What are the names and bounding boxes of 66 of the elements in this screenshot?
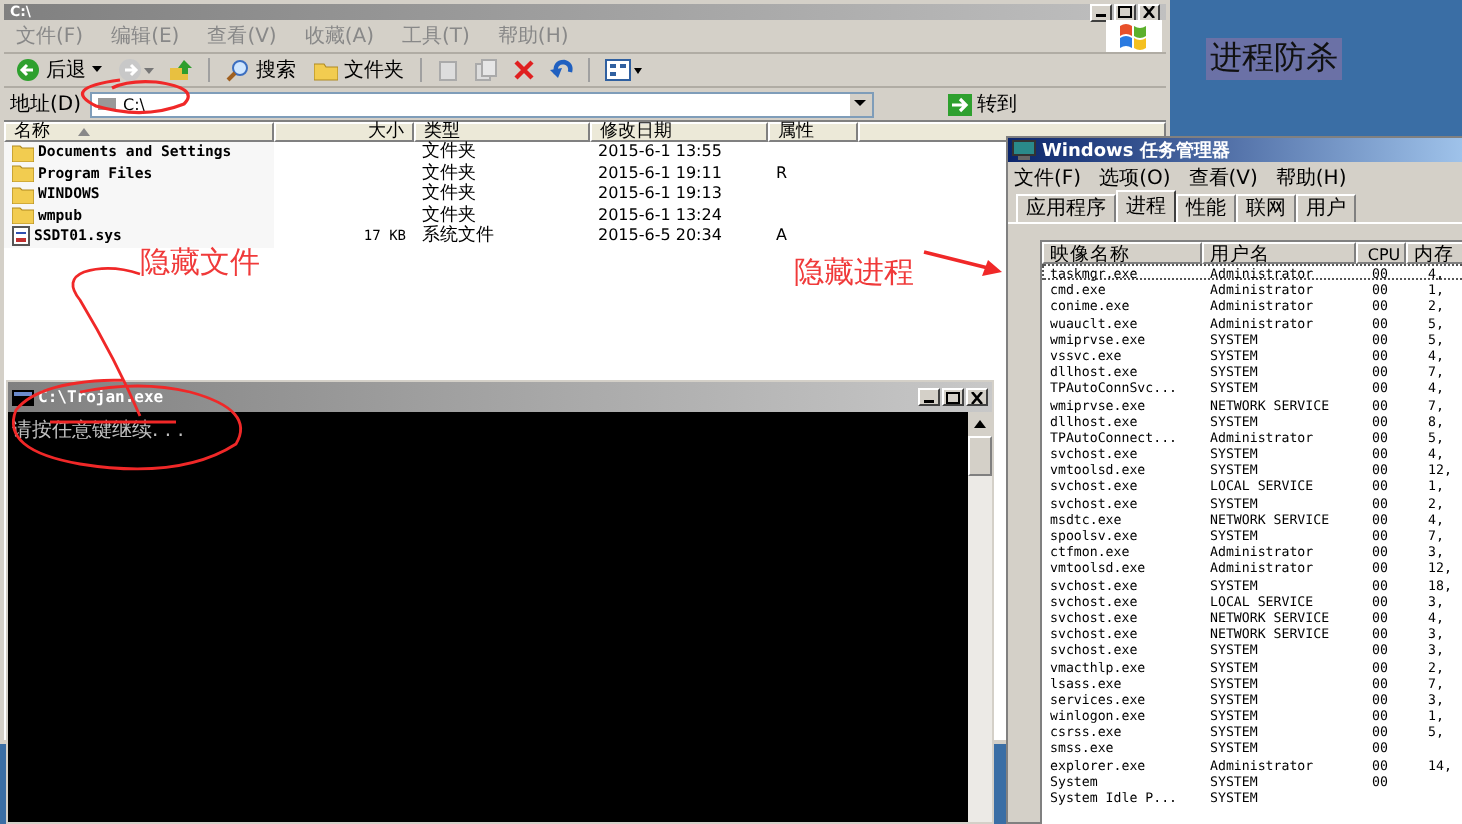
file-attribute: A xyxy=(776,226,787,244)
column-header[interactable]: 映像名称 xyxy=(1042,242,1202,264)
address-field[interactable]: C:\ xyxy=(89,91,874,117)
menu-item[interactable]: 文件(F) xyxy=(1014,163,1082,191)
search-button[interactable]: 搜索 xyxy=(220,56,302,84)
desktop-label: 进程防杀 xyxy=(1206,38,1342,80)
column-header[interactable]: 名称 xyxy=(4,122,274,142)
caret-icon xyxy=(92,66,102,74)
column-header[interactable]: 大小 xyxy=(274,122,414,142)
menu-item[interactable]: 帮助(H) xyxy=(1275,163,1347,191)
scrollbar[interactable] xyxy=(968,412,992,822)
scroll-up-icon[interactable] xyxy=(968,412,992,436)
modified-date: 2015-6-1 13:55 xyxy=(598,142,722,160)
file-type: 文件夹 xyxy=(422,163,476,183)
modified-date: 2015-6-1 13:24 xyxy=(598,205,722,223)
forward-button[interactable] xyxy=(114,58,158,82)
caret-icon xyxy=(854,100,867,108)
file-type: 文件夹 xyxy=(422,205,476,225)
close-button[interactable] xyxy=(1138,3,1160,21)
file-type: 系统文件 xyxy=(422,226,494,246)
column-header[interactable]: CPU xyxy=(1356,242,1406,264)
maximize-button[interactable] xyxy=(942,388,964,406)
file-type: 文件夹 xyxy=(422,184,476,204)
minimize-button[interactable] xyxy=(918,388,940,406)
address-label: 地址(D) xyxy=(10,91,82,118)
back-arrow-icon xyxy=(16,58,40,82)
menu-item[interactable]: 查看(V) xyxy=(1188,163,1258,191)
folders-button[interactable]: 文件夹 xyxy=(308,56,410,84)
go-arrow-icon xyxy=(947,93,972,115)
column-header[interactable]: 修改日期 xyxy=(590,122,768,142)
minimize-button[interactable] xyxy=(1090,3,1112,21)
monitor-icon xyxy=(1012,140,1036,160)
close-icon xyxy=(1142,6,1156,18)
undo-icon[interactable] xyxy=(546,58,578,82)
modified-date: 2015-6-1 19:13 xyxy=(598,184,722,202)
close-icon xyxy=(970,391,984,403)
column-header[interactable]: 类型 xyxy=(414,122,590,142)
window-title: Windows 任务管理器 xyxy=(1042,139,1230,163)
column-header[interactable]: 用户名 xyxy=(1202,242,1356,264)
annotation-text: 隐藏进程 xyxy=(794,254,914,292)
sort-ascending-icon xyxy=(78,128,90,136)
close-button[interactable] xyxy=(966,388,988,406)
delete-icon[interactable] xyxy=(508,58,540,82)
tab[interactable]: 性能 xyxy=(1176,194,1236,222)
modified-date: 2015-6-5 20:34 xyxy=(598,226,722,244)
file-type: 文件夹 xyxy=(422,142,476,162)
back-button[interactable]: 后退 xyxy=(10,56,108,84)
search-icon xyxy=(226,58,250,82)
annotation-arrow xyxy=(923,250,1002,276)
tab[interactable]: 联网 xyxy=(1236,194,1296,222)
maximize-button[interactable] xyxy=(1114,3,1136,21)
file-attribute: R xyxy=(776,163,788,181)
maximize-icon xyxy=(1118,6,1132,18)
modified-date: 2015-6-1 19:11 xyxy=(598,163,722,181)
column-header[interactable]: 属性 xyxy=(768,122,858,142)
maximize-icon xyxy=(946,391,960,403)
annotation-text: 隐藏文件 xyxy=(140,244,260,282)
folder-icon xyxy=(314,59,338,81)
windows-logo-icon xyxy=(1106,20,1162,52)
dropdown-button[interactable] xyxy=(849,93,872,115)
tab[interactable]: 进程 xyxy=(1116,190,1176,222)
column-header[interactable]: 内存 xyxy=(1406,242,1462,264)
tab[interactable]: 用户 xyxy=(1296,194,1356,222)
menu-item[interactable]: 选项(O) xyxy=(1099,163,1171,191)
views-button[interactable] xyxy=(600,58,648,82)
scroll-thumb[interactable] xyxy=(968,436,992,476)
